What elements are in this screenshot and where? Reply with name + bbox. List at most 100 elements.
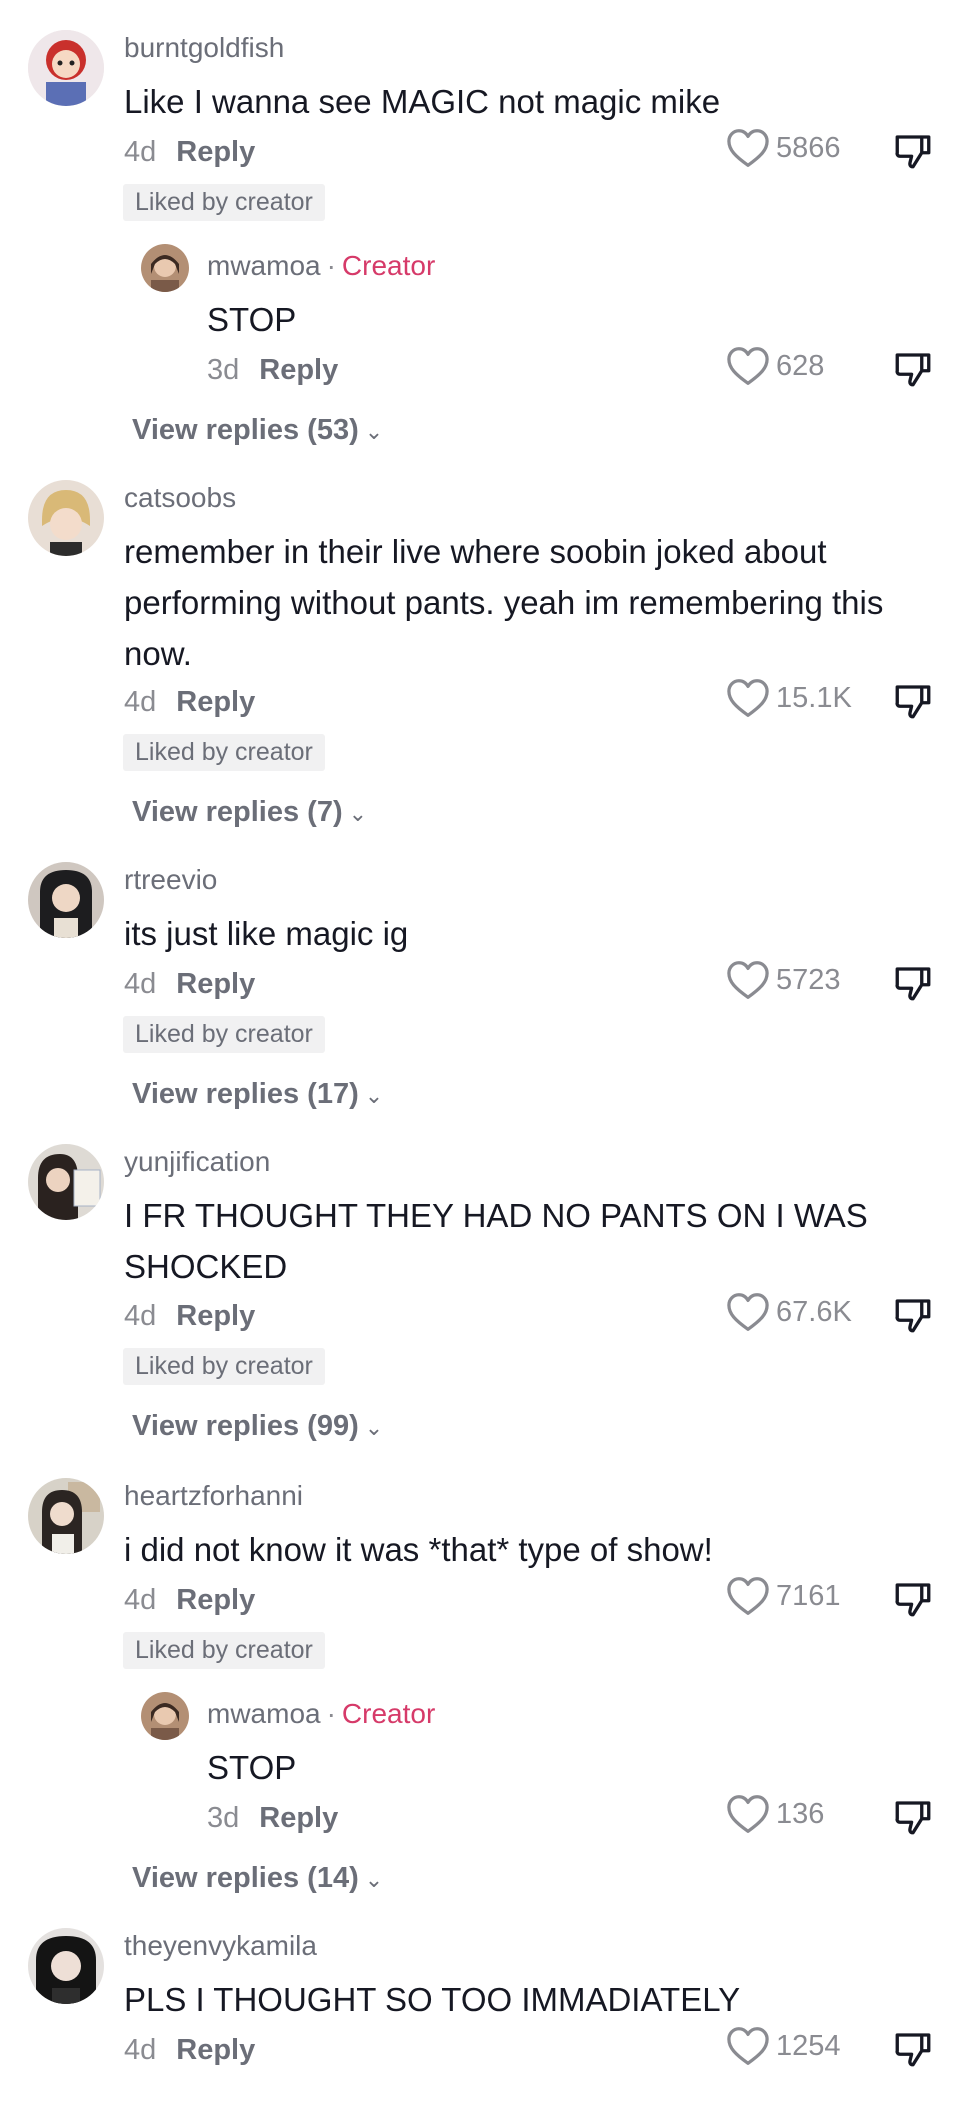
reply-button[interactable]: Reply: [176, 1584, 255, 1616]
like-button[interactable]: 5723: [726, 960, 841, 1000]
comment-text: I FR THOUGHT THEY HAD NO PANTS ON I WAS …: [124, 1197, 868, 1285]
heart-outline-icon: [726, 960, 770, 1000]
heart-outline-icon: [726, 1576, 770, 1616]
like-button[interactable]: 5866: [726, 128, 841, 168]
comment-age: 4d: [124, 2034, 157, 2066]
avatar[interactable]: [28, 862, 104, 938]
creator-tag: Creator: [341, 1698, 436, 1729]
thumbs-down-icon[interactable]: [892, 130, 934, 172]
like-count: 7161: [776, 1579, 841, 1612]
like-count: 136: [776, 1797, 825, 1830]
comment-meta: 4d Reply: [124, 136, 255, 169]
like-button[interactable]: 1254: [726, 2026, 841, 2066]
comment-username[interactable]: catsoobs: [124, 482, 236, 514]
like-count: 1254: [776, 2029, 841, 2062]
reply-age: 3d: [207, 1802, 240, 1834]
liked-by-creator-badge: Liked by creator: [123, 1348, 325, 1385]
comment-text: PLS I THOUGHT SO TOO IMMADIATELY: [124, 1981, 741, 2018]
view-replies-label: View replies (14): [132, 1862, 359, 1894]
comment-text: i did not know it was *that* type of sho…: [124, 1531, 713, 1568]
avatar[interactable]: [28, 480, 104, 556]
comment-age: 4d: [124, 686, 157, 718]
like-count: 5866: [776, 131, 841, 164]
heart-outline-icon: [726, 678, 770, 718]
like-button[interactable]: 67.6K: [726, 1292, 852, 1332]
chevron-down-icon: ⌄: [364, 419, 384, 444]
comment-username[interactable]: rtreevio: [124, 864, 217, 896]
liked-by-creator-badge: Liked by creator: [123, 184, 325, 221]
reply-username-text[interactable]: mwamoa: [207, 1698, 321, 1729]
like-count: 5723: [776, 963, 841, 996]
view-replies-button[interactable]: View replies (53) ⌄: [132, 414, 383, 447]
reply-button[interactable]: Reply: [259, 1802, 338, 1834]
chevron-down-icon: ⌄: [364, 1083, 384, 1108]
comment-age: 4d: [124, 1584, 157, 1616]
like-button[interactable]: 15.1K: [726, 678, 852, 718]
comment-meta: 4d Reply: [124, 2034, 255, 2067]
creator-avatar[interactable]: [141, 244, 189, 292]
heart-outline-icon: [726, 1292, 770, 1332]
separator-dot: ·: [326, 1698, 336, 1729]
heart-outline-icon: [726, 2026, 770, 2066]
reply-button[interactable]: Reply: [176, 968, 255, 1000]
view-replies-label: View replies (53): [132, 414, 359, 446]
thumbs-down-icon[interactable]: [892, 680, 934, 722]
thumbs-down-icon[interactable]: [892, 2028, 934, 2070]
heart-outline-icon: [726, 128, 770, 168]
reply-username-text[interactable]: mwamoa: [207, 250, 321, 281]
reply-text: STOP: [207, 1749, 297, 1786]
view-replies-label: View replies (7): [132, 796, 343, 828]
view-replies-button[interactable]: View replies (7) ⌄: [132, 796, 367, 829]
creator-tag: Creator: [341, 250, 436, 281]
liked-by-creator-badge: Liked by creator: [123, 734, 325, 771]
separator-dot: ·: [326, 250, 336, 281]
like-button[interactable]: 136: [726, 1794, 824, 1834]
chevron-down-icon: ⌄: [364, 1867, 384, 1892]
reply-meta: 3d Reply: [207, 354, 338, 387]
view-replies-label: View replies (17): [132, 1078, 359, 1110]
like-button[interactable]: 628: [726, 346, 824, 386]
view-replies-button[interactable]: View replies (14) ⌄: [132, 1862, 383, 1895]
comment-text: remember in their live where soobin joke…: [124, 533, 884, 672]
comment-meta: 4d Reply: [124, 1300, 255, 1333]
reply-button[interactable]: Reply: [259, 354, 338, 386]
comment-username[interactable]: theyenvykamila: [124, 1930, 317, 1962]
heart-outline-icon: [726, 1794, 770, 1834]
comment-text: Like I wanna see MAGIC not magic mike: [124, 83, 721, 120]
comment-username[interactable]: heartzforhanni: [124, 1480, 303, 1512]
reply-username: mwamoa · Creator: [207, 1698, 435, 1730]
thumbs-down-icon[interactable]: [892, 1294, 934, 1336]
view-replies-button[interactable]: View replies (99) ⌄: [132, 1410, 383, 1443]
thumbs-down-icon[interactable]: [892, 1796, 934, 1838]
thumbs-down-icon[interactable]: [892, 1578, 934, 1620]
thumbs-down-icon[interactable]: [892, 962, 934, 1004]
reply-meta: 3d Reply: [207, 1802, 338, 1835]
like-count: 15.1K: [776, 681, 852, 714]
heart-outline-icon: [726, 346, 770, 386]
avatar[interactable]: [28, 1928, 104, 2004]
comment-text: its just like magic ig: [124, 915, 409, 952]
like-button[interactable]: 7161: [726, 1576, 841, 1616]
like-count: 628: [776, 349, 825, 382]
reply-button[interactable]: Reply: [176, 686, 255, 718]
comment-meta: 4d Reply: [124, 968, 255, 1001]
avatar[interactable]: [28, 1144, 104, 1220]
view-replies-button[interactable]: View replies (17) ⌄: [132, 1078, 383, 1111]
avatar[interactable]: [28, 1478, 104, 1554]
liked-by-creator-badge: Liked by creator: [123, 1632, 325, 1669]
reply-button[interactable]: Reply: [176, 136, 255, 168]
reply-text: STOP: [207, 301, 297, 338]
chevron-down-icon: ⌄: [364, 1415, 384, 1440]
comment-username[interactable]: burntgoldfish: [124, 32, 284, 64]
thumbs-down-icon[interactable]: [892, 348, 934, 390]
creator-avatar[interactable]: [141, 1692, 189, 1740]
avatar[interactable]: [28, 30, 104, 106]
comment-username[interactable]: yunjification: [124, 1146, 270, 1178]
reply-age: 3d: [207, 354, 240, 386]
view-replies-label: View replies (99): [132, 1410, 359, 1442]
reply-button[interactable]: Reply: [176, 1300, 255, 1332]
comment-age: 4d: [124, 968, 157, 1000]
chevron-down-icon: ⌄: [348, 801, 368, 826]
reply-username: mwamoa · Creator: [207, 250, 435, 282]
reply-button[interactable]: Reply: [176, 2034, 255, 2066]
